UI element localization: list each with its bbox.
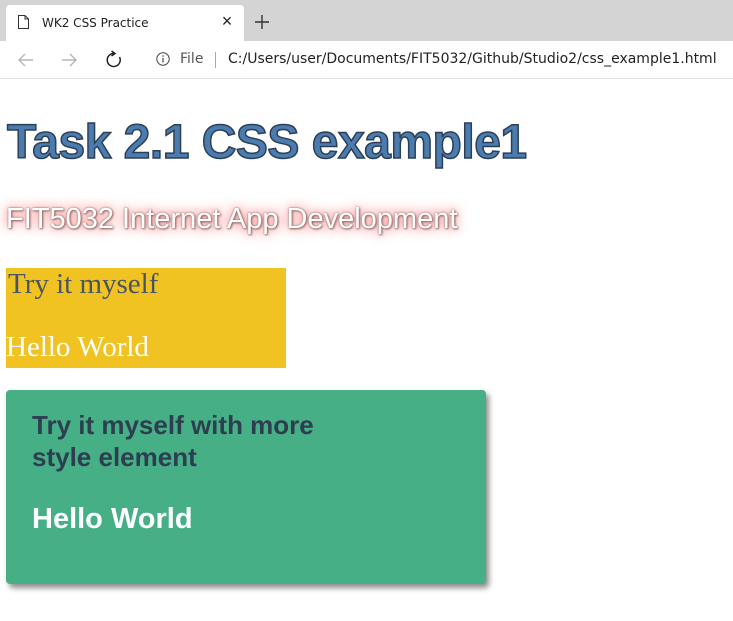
browser-tab[interactable]: WK2 CSS Practice ×: [6, 5, 244, 41]
address-divider: [215, 52, 216, 68]
scheme-label: File: [180, 51, 204, 67]
yellow-box-hello: Hello World: [6, 331, 149, 363]
navigation-bar: File C:/Users/user/Documents/FIT5032/Git…: [0, 41, 733, 79]
tab-bar: WK2 CSS Practice ×: [0, 0, 733, 41]
info-icon[interactable]: [156, 52, 170, 66]
url-text[interactable]: C:/Users/user/Documents/FIT5032/Github/S…: [228, 51, 717, 67]
page-content: Task 2.1 CSS example1 FIT5032 Internet A…: [0, 79, 733, 621]
tab-title: WK2 CSS Practice: [42, 16, 149, 30]
back-arrow-icon[interactable]: [16, 50, 36, 70]
close-icon[interactable]: ×: [218, 12, 236, 30]
plus-icon[interactable]: [252, 12, 272, 32]
green-box: Try it myself with more style element He…: [6, 390, 486, 584]
yellow-box-title: Try it myself: [8, 268, 159, 300]
forward-arrow-icon[interactable]: [59, 50, 79, 70]
page-subheading: FIT5032 Internet App Development: [6, 203, 458, 235]
page-heading: Task 2.1 CSS example1: [6, 115, 528, 170]
address-bar[interactable]: File C:/Users/user/Documents/FIT5032/Git…: [144, 45, 733, 74]
yellow-box: Try it myself Hello World: [6, 268, 286, 368]
green-box-hello: Hello World: [32, 503, 193, 535]
page-icon: [18, 15, 29, 29]
green-box-title: Try it myself with more style element: [32, 410, 314, 472]
reload-icon[interactable]: [104, 50, 124, 70]
